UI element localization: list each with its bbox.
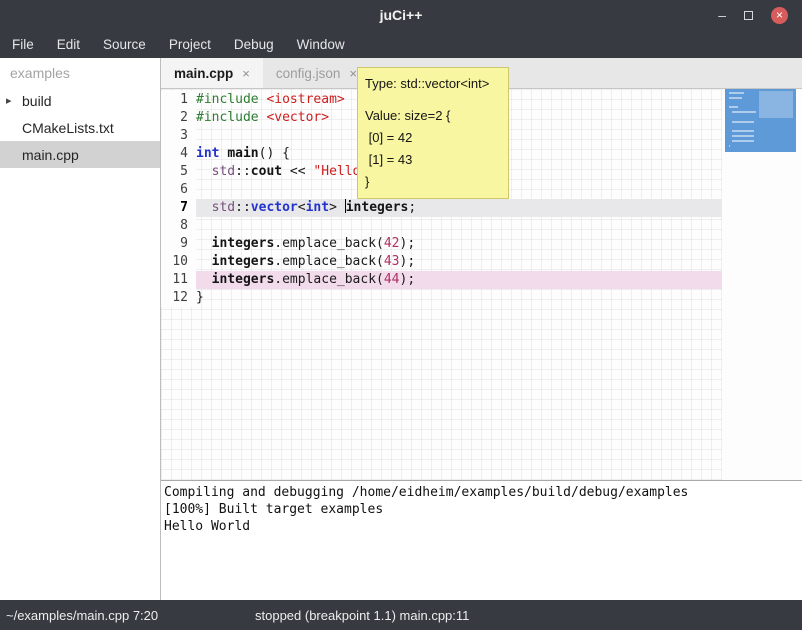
line-number: 3: [161, 127, 196, 145]
tree-item-label: main.cpp: [22, 147, 79, 163]
line-number: 11: [161, 271, 196, 289]
minimap-code-line: [732, 135, 754, 137]
line-number: 4: [161, 145, 196, 163]
minimap-code-line: [732, 130, 754, 132]
file-tree-sidebar: examples ▸ build CMakeLists.txt main.cpp: [0, 58, 160, 600]
tooltip-line: }: [365, 171, 501, 193]
line-number: 7: [161, 199, 196, 217]
sidebar-item-build[interactable]: ▸ build: [0, 87, 160, 114]
line-number: 10: [161, 253, 196, 271]
tooltip-line: [0] = 42: [365, 127, 501, 149]
line-number: 5: [161, 163, 196, 181]
menu-item-edit[interactable]: Edit: [57, 37, 80, 52]
minimap-code-line: [729, 97, 742, 99]
minimap-highlight-patch: [759, 91, 793, 118]
restore-icon[interactable]: [744, 8, 753, 22]
line-number: 12: [161, 289, 196, 307]
tab-main-cpp[interactable]: main.cpp ×: [161, 58, 263, 88]
tooltip-line: [365, 95, 501, 105]
menu-item-file[interactable]: File: [12, 37, 34, 52]
menu-item-window[interactable]: Window: [297, 37, 345, 52]
expander-icon[interactable]: ▸: [6, 94, 12, 107]
tab-close-icon[interactable]: ×: [242, 66, 250, 81]
menu-item-project[interactable]: Project: [169, 37, 211, 52]
menu-item-source[interactable]: Source: [103, 37, 146, 52]
restore-box-glyph: [744, 11, 753, 20]
tab-label: main.cpp: [174, 66, 233, 81]
source-minimap[interactable]: [722, 89, 802, 480]
tree-item-label: CMakeLists.txt: [22, 120, 114, 136]
editor-line[interactable]: 7 std::vector<int> integers;: [161, 199, 722, 217]
tree-item-label: build: [22, 93, 52, 109]
terminal-line: Hello World: [164, 518, 799, 535]
editor-line[interactable]: 11 integers.emplace_back(44);: [161, 271, 722, 289]
project-name-header: examples: [0, 58, 160, 87]
code-text: [196, 217, 722, 235]
minimap-code-line: [729, 106, 738, 108]
minimize-icon[interactable]: –: [718, 8, 726, 22]
tooltip-line: Type: std::vector<int>: [365, 73, 501, 95]
code-text: integers.emplace_back(42);: [196, 235, 722, 253]
status-file-position: ~/examples/main.cpp 7:20: [0, 608, 158, 623]
tooltip-line: [1] = 43: [365, 149, 501, 171]
window-controls: – ×: [718, 7, 802, 24]
tooltip-line: Value: size=2 {: [365, 105, 501, 127]
close-icon[interactable]: ×: [771, 7, 788, 24]
juci-window: juCi++ – × File Edit Source Project Debug Win…: [0, 0, 802, 630]
line-number: 1: [161, 91, 196, 109]
minimap-slider[interactable]: [725, 89, 796, 152]
minimap-code-line: [732, 111, 756, 113]
status-debug-state: stopped (breakpoint 1.1) main.cpp:11: [255, 608, 469, 623]
window-title: juCi++: [0, 7, 802, 23]
editor-line[interactable]: 9 integers.emplace_back(42);: [161, 235, 722, 253]
minimap-code-line: [732, 140, 754, 142]
menu-bar: File Edit Source Project Debug Window: [0, 30, 802, 58]
tab-label: config.json: [276, 66, 341, 81]
tab-close-icon[interactable]: ×: [349, 66, 357, 81]
line-number: 2: [161, 109, 196, 127]
tab-config-json[interactable]: config.json ×: [263, 58, 370, 88]
sidebar-item-main-cpp[interactable]: main.cpp: [0, 141, 160, 168]
line-number: 6: [161, 181, 196, 199]
terminal-line: [100%] Built target examples: [164, 501, 799, 518]
editor-line[interactable]: 10 integers.emplace_back(43);: [161, 253, 722, 271]
line-number: 9: [161, 235, 196, 253]
minimap-code-line: [729, 92, 744, 94]
title-bar[interactable]: juCi++ – ×: [0, 0, 802, 30]
code-text: }: [196, 289, 722, 307]
line-number: 8: [161, 217, 196, 235]
minimap-code-line: [729, 145, 730, 147]
minimap-code-line: [732, 121, 754, 123]
editor-line[interactable]: 8: [161, 217, 722, 235]
menu-item-debug[interactable]: Debug: [234, 37, 274, 52]
sidebar-item-cmakelists-txt[interactable]: CMakeLists.txt: [0, 114, 160, 141]
file-tree: ▸ build CMakeLists.txt main.cpp: [0, 87, 160, 168]
terminal-line: Compiling and debugging /home/eidheim/ex…: [164, 484, 799, 501]
editor-line[interactable]: 12}: [161, 289, 722, 307]
debug-value-tooltip: Type: std::vector<int>Value: size=2 { [0…: [357, 67, 509, 199]
output-terminal[interactable]: Compiling and debugging /home/eidheim/ex…: [161, 481, 802, 600]
code-text: integers.emplace_back(44);: [196, 271, 722, 289]
code-text: std::vector<int> integers;: [196, 199, 722, 217]
code-text: integers.emplace_back(43);: [196, 253, 722, 271]
status-bar: ~/examples/main.cpp 7:20 stopped (breakp…: [0, 600, 802, 630]
